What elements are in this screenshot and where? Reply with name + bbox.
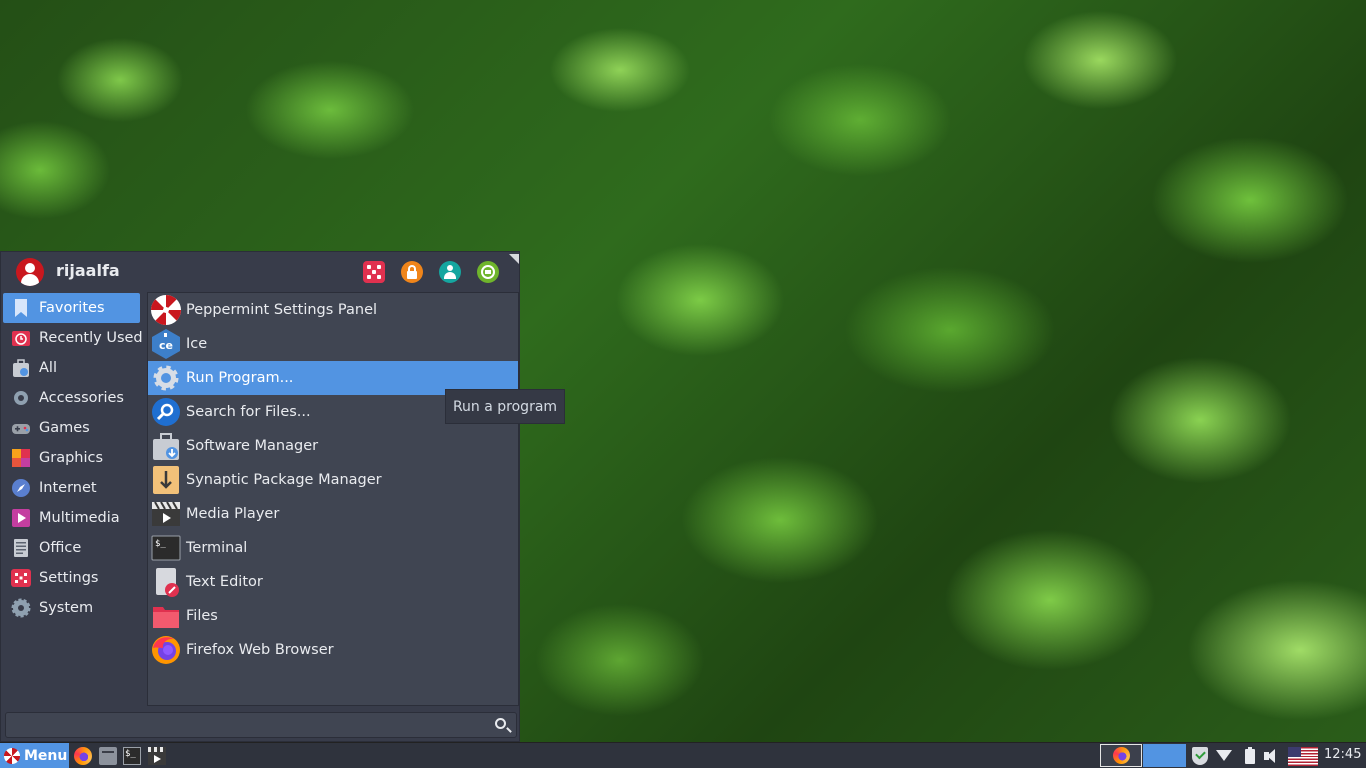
keyboard-layout-flag-icon[interactable] [1288,747,1318,766]
app-label: Media Player [186,506,280,522]
category-all[interactable]: All [3,353,143,383]
app-software-manager[interactable]: Software Manager [148,429,518,463]
app-text-editor[interactable]: Text Editor [148,565,518,599]
category-favorites[interactable]: Favorites [3,293,140,323]
wifi-icon[interactable] [1214,746,1234,766]
svg-text:$_: $_ [155,539,166,549]
gamepad-icon [11,418,31,438]
category-internet[interactable]: Internet [3,473,143,503]
search-input[interactable] [12,715,482,735]
media-player-launcher-icon[interactable] [148,747,166,765]
firefox-launcher-icon[interactable] [74,747,92,765]
application-list: Peppermint Settings Panel ce Ice Run Pro… [147,292,519,706]
bookmark-icon [11,298,31,318]
category-multimedia[interactable]: Multimedia [3,503,143,533]
category-games[interactable]: Games [3,413,143,443]
internet-icon [11,478,31,498]
graphics-icon [11,448,31,468]
gear-icon [150,362,182,394]
category-recently-used[interactable]: Recently Used [3,323,143,353]
media-player-icon [150,498,182,530]
search-icon[interactable] [495,718,506,729]
app-terminal[interactable]: $_ Terminal [148,531,518,565]
office-icon [11,538,31,558]
category-label: Accessories [39,390,124,406]
all-apps-icon [11,358,31,378]
taskbar-window-firefox[interactable] [1100,744,1142,767]
menu-button[interactable]: Menu [0,743,69,768]
app-firefox-web-browser[interactable]: Firefox Web Browser [148,633,518,667]
shield-icon[interactable] [1190,746,1210,766]
app-label: Text Editor [186,574,263,590]
category-list: Favorites Recently Used All Accessories … [3,292,143,623]
category-label: Games [39,420,90,436]
user-icon[interactable] [439,261,461,283]
app-ice[interactable]: ce Ice [148,327,518,361]
menu-header: rijaalfa [1,252,521,292]
workspace-switcher[interactable] [1143,744,1186,767]
settings-icon [11,568,31,588]
logout-icon[interactable] [477,261,499,283]
accessories-icon [11,388,31,408]
peppermint-icon [150,294,182,326]
multimedia-icon [11,508,31,528]
terminal-icon: $_ [150,532,182,564]
clock[interactable]: 12:45 [1324,747,1361,762]
svg-text:ce: ce [159,339,173,352]
firefox-icon [150,634,182,666]
category-label: Favorites [39,300,105,316]
peppermint-icon [4,748,20,764]
category-label: Office [39,540,82,556]
category-label: System [39,600,94,616]
app-label: Search for Files... [186,404,311,420]
firefox-icon [1113,747,1130,764]
category-system[interactable]: System [3,593,143,623]
app-synaptic-package-manager[interactable]: Synaptic Package Manager [148,463,518,497]
app-label: Ice [186,336,208,352]
avatar-icon[interactable] [16,258,44,286]
lock-icon[interactable] [401,261,423,283]
app-label: Firefox Web Browser [186,642,334,658]
text-editor-icon [150,566,182,598]
recent-icon [11,328,31,348]
taskbar: Menu 12:45 [0,742,1366,768]
system-icon [11,598,31,618]
ice-icon: ce [150,328,182,360]
folder-icon [150,600,182,632]
category-label: All [39,360,57,376]
app-label: Software Manager [186,438,319,454]
category-label: Settings [39,570,99,586]
category-label: Multimedia [39,510,120,526]
app-label: Synaptic Package Manager [186,472,382,488]
category-label: Recently Used [39,330,143,346]
category-graphics[interactable]: Graphics [3,443,143,473]
category-label: Graphics [39,450,104,466]
category-accessories[interactable]: Accessories [3,383,143,413]
app-label: Peppermint Settings Panel [186,302,378,318]
app-label: Files [186,608,218,624]
file-manager-launcher-icon[interactable] [99,747,117,765]
category-office[interactable]: Office [3,533,143,563]
app-label: Terminal [186,540,248,556]
start-menu: rijaalfa Favorites Recently Used All Acc… [0,251,520,742]
software-manager-icon [150,430,182,462]
app-files[interactable]: Files [148,599,518,633]
tooltip: Run a program [445,389,565,424]
menu-button-label: Menu [24,748,68,764]
category-label: Internet [39,480,97,496]
search-icon [150,396,182,428]
category-settings[interactable]: Settings [3,563,143,593]
volume-icon[interactable] [1262,746,1282,766]
settings-icon[interactable] [363,261,385,283]
username-label: rijaalfa [56,261,120,280]
app-peppermint-settings-panel[interactable]: Peppermint Settings Panel [148,293,518,327]
menu-search [5,712,517,738]
terminal-launcher-icon[interactable] [123,747,141,765]
resize-corner-icon[interactable] [509,254,519,264]
battery-icon[interactable] [1240,746,1260,766]
app-label: Run Program... [186,370,294,386]
app-media-player[interactable]: Media Player [148,497,518,531]
package-icon [150,464,182,496]
